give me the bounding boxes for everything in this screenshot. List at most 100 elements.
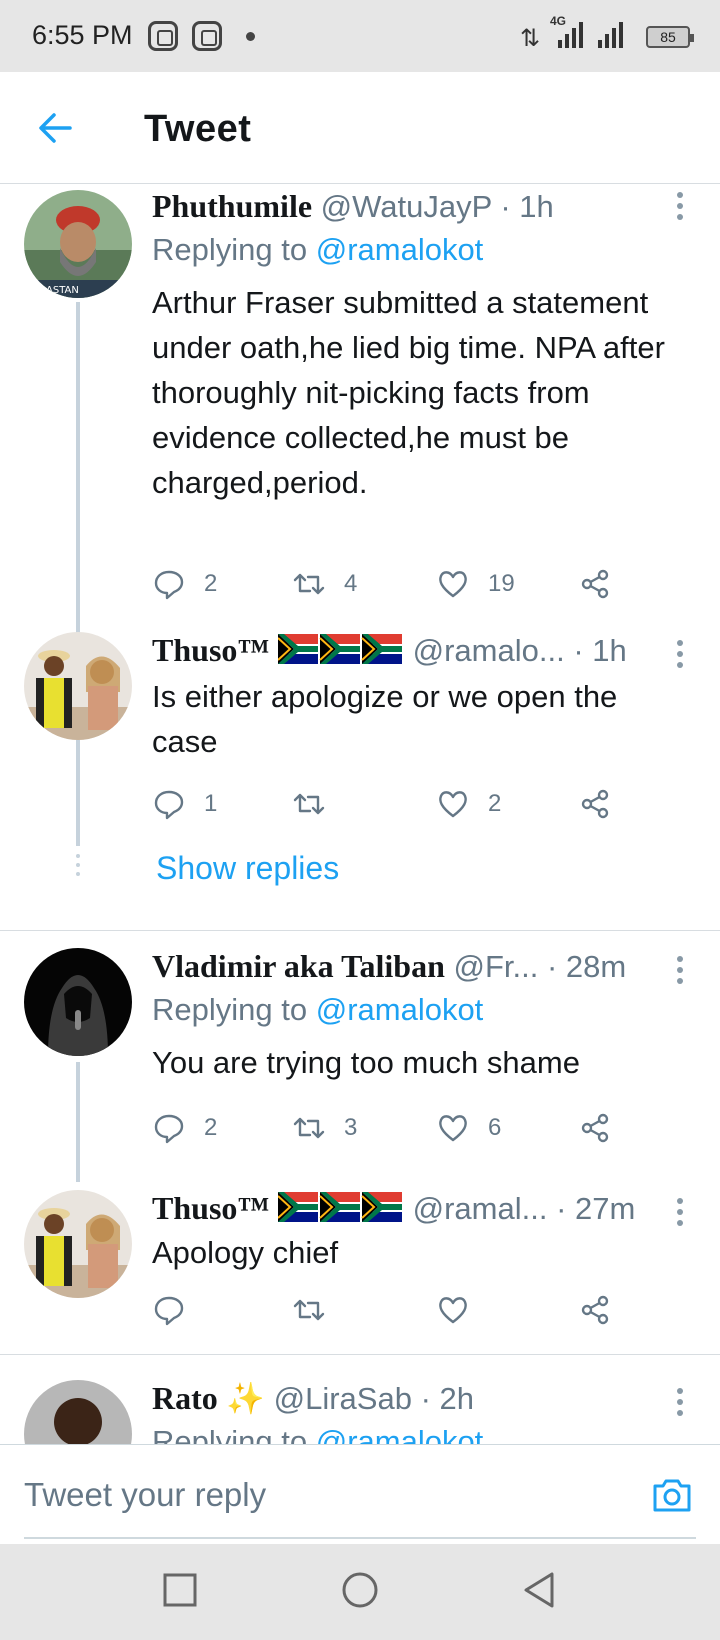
mention-link[interactable]: @ramalokot [316,992,484,1027]
retweet-button[interactable]: 3 [292,1108,357,1148]
tweet-header: Vladimir aka Taliban @Fr... · 28m [152,948,660,988]
circle-icon [342,1572,378,1608]
share-icon [581,1113,609,1143]
top-app-bar: Tweet [0,72,720,184]
reply-button[interactable]: 2 [152,1108,217,1148]
camera-icon [653,1479,691,1512]
divider [0,1354,720,1355]
retweet-button[interactable]: 4 [292,564,357,604]
like-count: 2 [488,790,502,817]
avatar[interactable] [24,948,132,1056]
replying-label: Replying to [152,992,308,1027]
thread-dots [76,854,80,881]
home-button[interactable] [338,1568,382,1612]
avatar[interactable] [24,632,132,740]
tweet-actions: 2 3 6 [152,1108,622,1154]
comment-icon [154,1296,184,1326]
tweet-text: Is either apologize or we open the case [152,679,618,759]
avatar[interactable]: ASTAN [24,190,132,298]
like-button[interactable]: 2 [436,784,501,824]
author-name[interactable]: Phuthumile [152,188,312,224]
mention-link[interactable]: @ramalokot [316,232,484,267]
back-button[interactable] [34,106,78,150]
author-name[interactable]: Rato [152,1380,218,1416]
author-handle[interactable]: @LiraSab [274,1381,412,1416]
share-button[interactable] [578,1108,612,1148]
reply-button[interactable]: 1 [152,784,217,824]
retweet-count: 3 [344,1114,358,1141]
author-handle[interactable]: @ramal... [413,1191,548,1226]
arrow-left-icon [39,113,72,143]
tweet-header: Rato ✨ @LiraSab · 2h [152,1380,660,1420]
svg-text:ASTAN: ASTAN [46,285,79,296]
retweet-icon [293,573,325,595]
reply-button[interactable]: 2 [152,564,217,604]
status-bar: 6:55 PM ⇅ 4G 85 [0,0,720,72]
replying-label: Replying to [152,232,308,267]
tweet-header: Phuthumile @WatuJayP · 1h [152,188,660,228]
avatar[interactable] [24,1380,132,1444]
south-africa-flag-icon [278,634,404,664]
recent-apps-button[interactable] [158,1568,202,1612]
input-underline [24,1537,696,1539]
show-replies-link[interactable]: Show replies [156,850,339,887]
battery-icon: 85 [646,26,694,48]
heart-icon [439,1297,467,1324]
like-button[interactable]: 6 [436,1108,501,1148]
avatar[interactable] [24,1190,132,1298]
more-options-icon[interactable] [668,1384,692,1424]
replying-label: Replying to [152,1424,308,1444]
replying-to: Replying to @ramalokot [152,1424,483,1444]
tweet-time: · 28m [546,949,627,984]
app-notification-icon [192,21,222,51]
reply-button[interactable] [152,1290,204,1330]
tweet-header: Thuso™ @ramal... · 27m [152,1190,660,1230]
tweet-time: · 1h [500,189,554,224]
heart-icon [439,571,467,598]
share-button[interactable] [578,564,612,604]
app-notification-icon [148,21,178,51]
replying-to: Replying to @ramalokot [152,992,483,1028]
comment-icon [154,790,184,820]
more-options-icon[interactable] [668,1194,692,1234]
reply-input[interactable]: Tweet your reply [24,1465,624,1525]
like-button[interactable] [436,1290,488,1330]
author-name[interactable]: Thuso™ [152,1190,269,1226]
tweet-text: Apology chief [152,1235,339,1270]
author-handle[interactable]: @ramalo... [413,633,565,668]
share-icon [581,1295,609,1325]
share-icon [581,569,609,599]
share-button[interactable] [578,784,612,824]
heart-icon [439,791,467,818]
mention-link[interactable]: @ramalokot [316,1424,484,1444]
more-options-icon[interactable] [668,636,692,676]
reply-count: 2 [204,1114,218,1141]
more-options-icon[interactable] [668,952,692,992]
camera-button[interactable] [650,1473,694,1517]
tweet-text: Arthur Fraser submitted a statement unde… [152,285,665,500]
author-name[interactable]: Thuso™ [152,632,269,668]
square-icon [163,1573,197,1607]
author-handle[interactable]: @WatuJayP [321,189,492,224]
reply-count: 1 [204,790,218,817]
more-notifications-dot-icon [246,32,255,41]
comment-icon [154,570,184,600]
retweet-button[interactable] [292,1290,344,1330]
reply-feed[interactable]: ASTAN Phuthumile @WatuJayP · 1h Replying… [0,184,720,1444]
more-options-icon[interactable] [668,188,692,228]
tweet-header: Thuso™ @ramalo... · 1h [152,632,660,672]
thread-line [76,746,80,846]
tweet-time: · 1h [573,633,627,668]
retweet-button[interactable] [292,784,344,824]
share-button[interactable] [578,1290,612,1330]
signal-strength-icon [558,22,623,48]
author-handle[interactable]: @Fr... [453,949,538,984]
like-button[interactable]: 19 [436,564,515,604]
reply-composer: Tweet your reply [0,1444,720,1544]
back-nav-button[interactable] [518,1568,562,1612]
data-transfer-icon: ⇅ [520,25,541,52]
heart-icon [439,1115,467,1142]
author-name[interactable]: Vladimir aka Taliban [152,948,445,984]
retweet-icon [293,1299,325,1321]
tweet-time: · 2h [420,1381,474,1416]
